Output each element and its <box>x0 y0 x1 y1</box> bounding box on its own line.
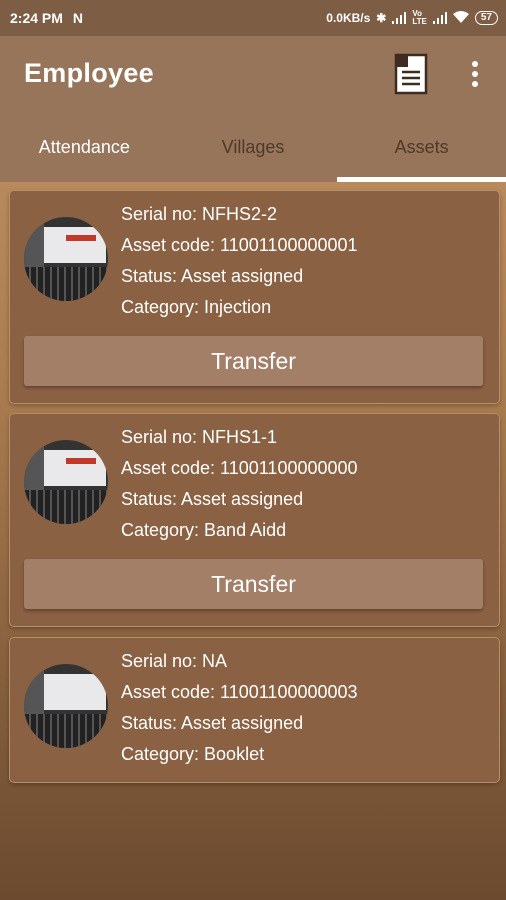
asset-status: Status: Asset assigned <box>121 266 304 286</box>
more-vert-icon[interactable] <box>462 58 488 90</box>
tab-bar: Attendance Villages Assets <box>0 114 506 182</box>
asset-category: Category: Booklet <box>121 744 265 764</box>
asset-thumbnail <box>24 217 108 301</box>
asset-thumbnail <box>24 664 108 748</box>
wifi-icon <box>452 10 469 26</box>
network-speed: 0.0KB/s <box>326 11 371 25</box>
asset-status: Status: Asset assigned <box>121 489 304 509</box>
asset-card: Serial no: NA Asset code: 11001100000003… <box>9 637 500 783</box>
asset-status: Status: Asset assigned <box>121 713 304 733</box>
tab-assets[interactable]: Assets <box>337 114 506 182</box>
signal-icon <box>392 12 407 24</box>
tab-villages[interactable]: Villages <box>169 114 338 182</box>
asset-thumbnail <box>24 440 108 524</box>
asset-code: Asset code: 11001100000001 <box>121 235 358 255</box>
app-bar: Employee <box>0 36 506 114</box>
status-bar: 2:24 PM N 0.0KB/s ✱ Vo LTE 57 <box>0 0 506 36</box>
asset-serial: Serial no: NFHS1-1 <box>121 427 278 447</box>
notification-icon: N <box>72 10 84 26</box>
asset-info: Serial no: NFHS2-2 Asset code: 110011000… <box>121 199 358 323</box>
document-icon[interactable] <box>392 52 432 96</box>
asset-serial: Serial no: NA <box>121 651 228 671</box>
battery-icon: 57 <box>474 11 498 25</box>
page-title: Employee <box>24 58 154 88</box>
asset-code: Asset code: 11001100000003 <box>121 682 358 702</box>
asset-info: Serial no: NA Asset code: 11001100000003… <box>121 646 358 770</box>
bluetooth-icon: ✱ <box>376 11 387 25</box>
signal-icon <box>432 12 447 24</box>
volte-icon: Vo LTE <box>412 9 427 26</box>
asset-category: Category: Band Aidd <box>121 520 287 540</box>
asset-card: Serial no: NFHS1-1 Asset code: 110011000… <box>9 413 500 627</box>
asset-code: Asset code: 11001100000000 <box>121 458 358 478</box>
asset-category: Category: Injection <box>121 297 272 317</box>
asset-card: Serial no: NFHS2-2 Asset code: 110011000… <box>9 190 500 404</box>
tab-attendance[interactable]: Attendance <box>0 114 169 182</box>
transfer-button[interactable]: Transfer <box>24 336 483 386</box>
asset-info: Serial no: NFHS1-1 Asset code: 110011000… <box>121 422 358 546</box>
asset-serial: Serial no: NFHS2-2 <box>121 204 278 224</box>
transfer-button[interactable]: Transfer <box>24 559 483 609</box>
status-time: 2:24 PM <box>10 10 63 26</box>
